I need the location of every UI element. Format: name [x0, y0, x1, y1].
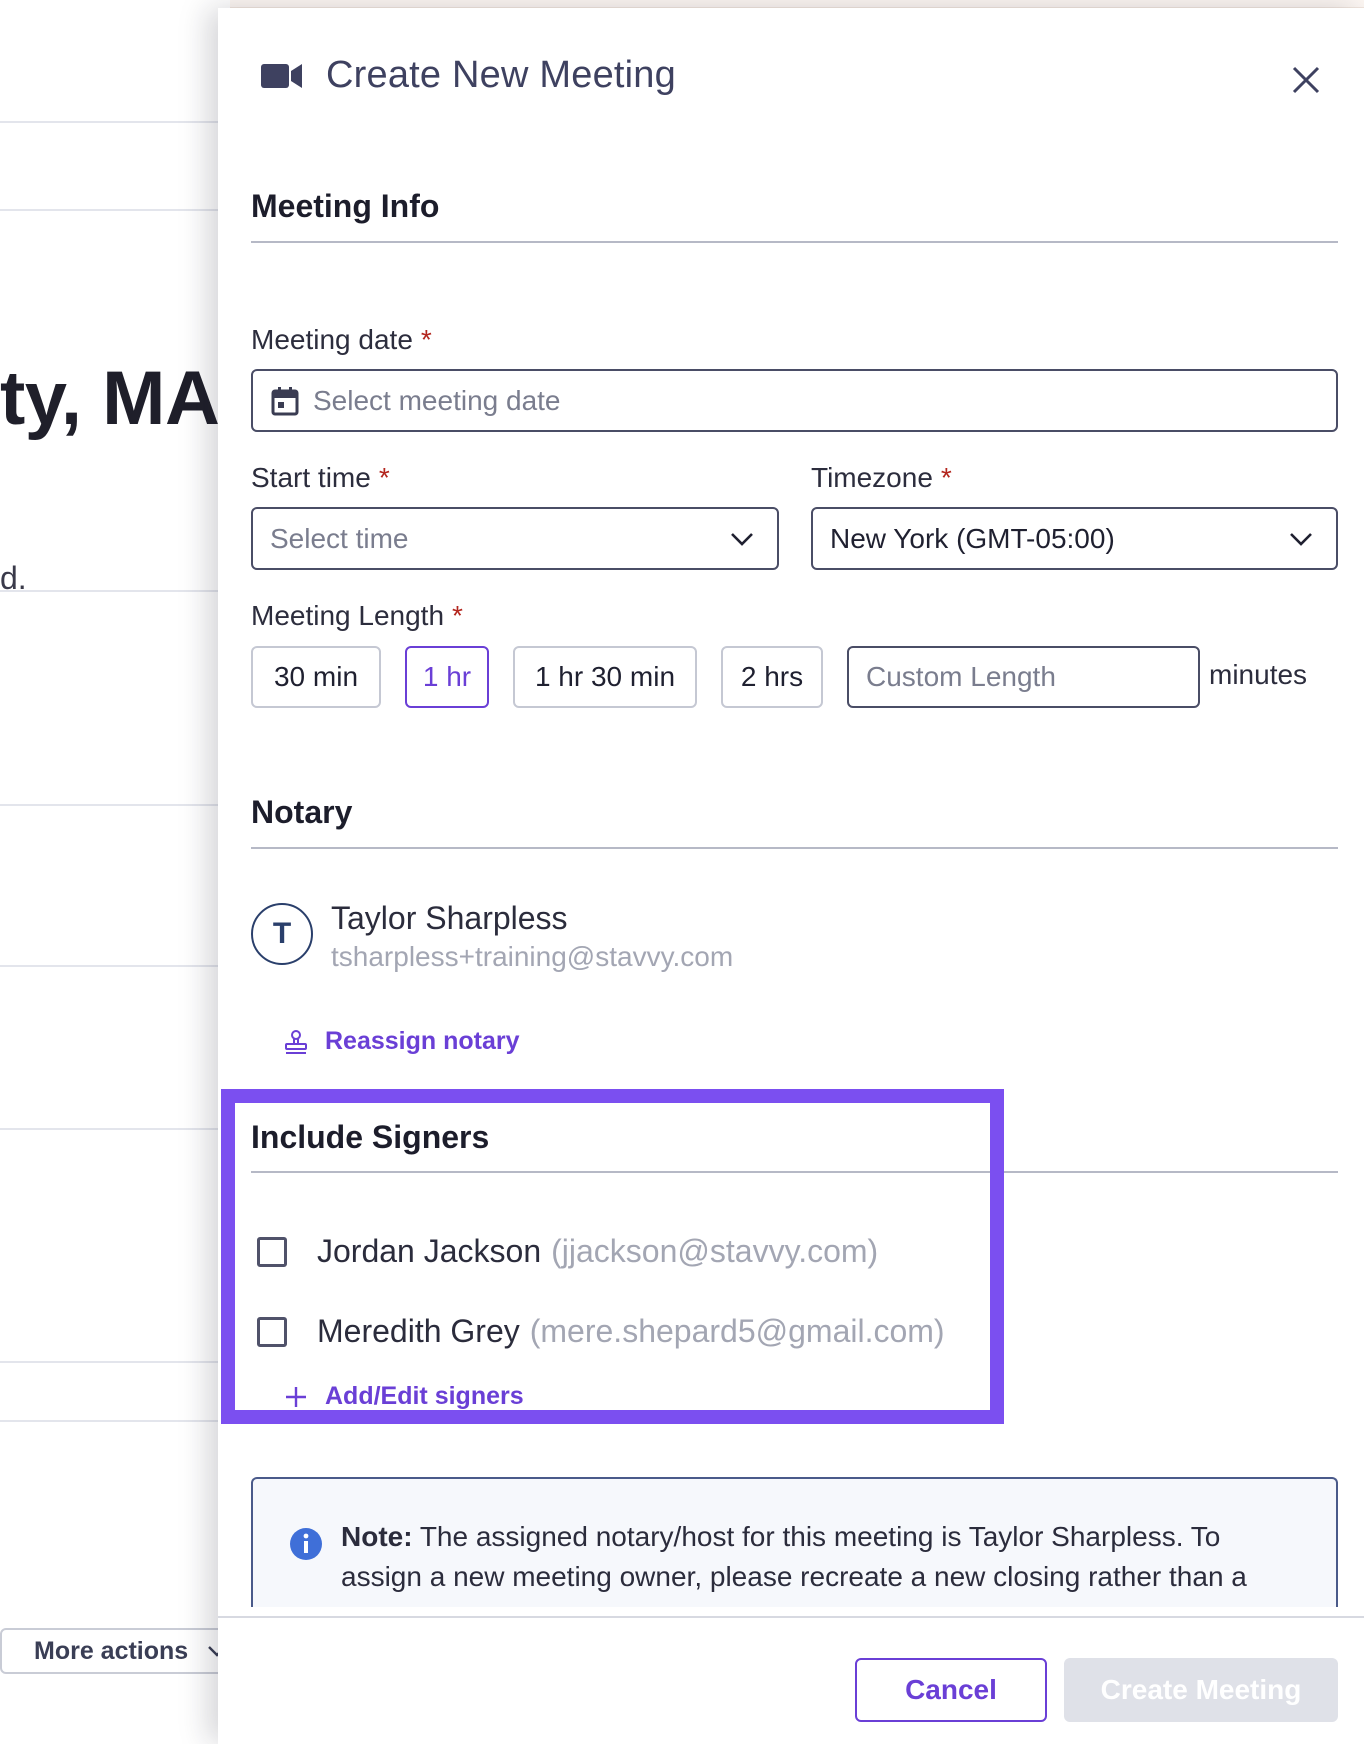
length-option-30-min[interactable]: 30 min: [251, 646, 381, 708]
meeting-info-heading: Meeting Info: [251, 188, 440, 224]
background-page: ty, MA d. More actions: [0, 0, 238, 1742]
drawer-footer: Cancel Create Meeting: [218, 1616, 1364, 1744]
cancel-button[interactable]: Cancel: [855, 1658, 1047, 1722]
close-icon: [1292, 66, 1320, 94]
note-body: The assigned notary/host for this meetin…: [341, 1521, 1247, 1592]
reassign-notary-label: Reassign notary: [325, 1027, 520, 1055]
divider: [0, 1361, 230, 1363]
signer-email: (jjackson@stavvy.com): [551, 1233, 879, 1269]
signer-checkbox[interactable]: [257, 1316, 287, 1347]
close-button[interactable]: [1286, 60, 1326, 100]
add-edit-signers-link[interactable]: Add/Edit signers: [283, 1382, 524, 1411]
signer-row: Meredith Grey (mere.shepard5@gmail.com): [257, 1313, 945, 1350]
divider: [0, 209, 230, 211]
drawer-header: Create New Meeting: [218, 8, 1364, 148]
reassign-notary-link[interactable]: Reassign notary: [283, 1027, 520, 1056]
start-time-label: Start time *: [251, 462, 390, 494]
custom-length-placeholder: Custom Length: [866, 661, 1056, 692]
info-icon: [290, 1528, 322, 1560]
length-option-2-hrs[interactable]: 2 hrs: [721, 646, 823, 708]
create-meeting-drawer: Create New Meeting Meeting Info Meeting …: [218, 8, 1364, 1744]
meeting-date-label: Meeting date *: [251, 324, 432, 356]
section-divider: [251, 1171, 1338, 1173]
avatar: T: [251, 903, 313, 965]
length-option-1-hr[interactable]: 1 hr: [405, 646, 489, 708]
meeting-date-label-text: Meeting date: [251, 324, 413, 355]
drawer-title: Create New Meeting: [260, 54, 676, 97]
section-divider: [251, 847, 1338, 849]
include-signers-heading: Include Signers: [251, 1119, 490, 1155]
note-prefix: Note:: [341, 1521, 413, 1552]
timezone-select[interactable]: New York (GMT-05:00): [811, 507, 1338, 570]
meeting-length-label: Meeting Length *: [251, 600, 463, 632]
length-option-1-hr-30-min[interactable]: 1 hr 30 min: [513, 646, 697, 708]
required-asterisk: *: [940, 462, 952, 493]
plus-icon: [286, 1386, 306, 1407]
video-camera-icon: [260, 61, 304, 91]
notary-heading: Notary: [251, 794, 353, 830]
divider: [0, 1128, 230, 1130]
divider: [0, 590, 230, 592]
meeting-length-label-text: Meeting Length: [251, 600, 445, 631]
required-asterisk: *: [420, 324, 432, 355]
required-asterisk: *: [378, 462, 390, 493]
start-time-label-text: Start time: [251, 462, 371, 493]
signer-name: Meredith Grey: [317, 1313, 520, 1349]
add-edit-signers-label: Add/Edit signers: [325, 1382, 524, 1410]
custom-length-input[interactable]: Custom Length: [847, 646, 1200, 708]
more-actions-label: More actions: [34, 1636, 189, 1665]
timezone-label-text: Timezone: [811, 462, 933, 493]
signer-row: Jordan Jackson (jjackson@stavvy.com): [257, 1233, 878, 1270]
create-meeting-button[interactable]: Create Meeting: [1064, 1658, 1338, 1722]
required-asterisk: *: [452, 600, 463, 631]
divider: [0, 804, 230, 806]
section-divider: [251, 241, 1338, 243]
timezone-value: New York (GMT-05:00): [830, 522, 1115, 554]
note-text: Note: The assigned notary/host for this …: [341, 1517, 1301, 1597]
signer-name: Jordan Jackson: [317, 1233, 542, 1269]
note-callout: Note: The assigned notary/host for this …: [251, 1477, 1338, 1607]
timezone-label: Timezone *: [811, 462, 952, 494]
more-actions-button[interactable]: More actions: [0, 1628, 238, 1674]
notary-email: tsharpless+training@stavvy.com: [331, 941, 734, 972]
calendar-icon: [271, 386, 299, 415]
chevron-down-icon: [1290, 532, 1312, 546]
drawer-title-text: Create New Meeting: [326, 54, 676, 96]
notary-name: Taylor Sharpless: [331, 900, 568, 936]
divider: [0, 965, 230, 967]
meeting-date-placeholder: Select meeting date: [313, 384, 561, 416]
meeting-date-input[interactable]: Select meeting date: [251, 369, 1338, 432]
chevron-down-icon: [731, 532, 753, 546]
start-time-placeholder: Select time: [270, 522, 409, 554]
signer-checkbox[interactable]: [257, 1236, 287, 1267]
divider: [0, 1420, 230, 1422]
signer-email: (mere.shepard5@gmail.com): [529, 1313, 945, 1349]
background-heading: ty, MA: [0, 356, 220, 441]
minutes-label: minutes: [1209, 659, 1308, 690]
start-time-select[interactable]: Select time: [251, 507, 779, 570]
stamp-icon: [285, 1029, 307, 1054]
divider: [0, 121, 230, 123]
